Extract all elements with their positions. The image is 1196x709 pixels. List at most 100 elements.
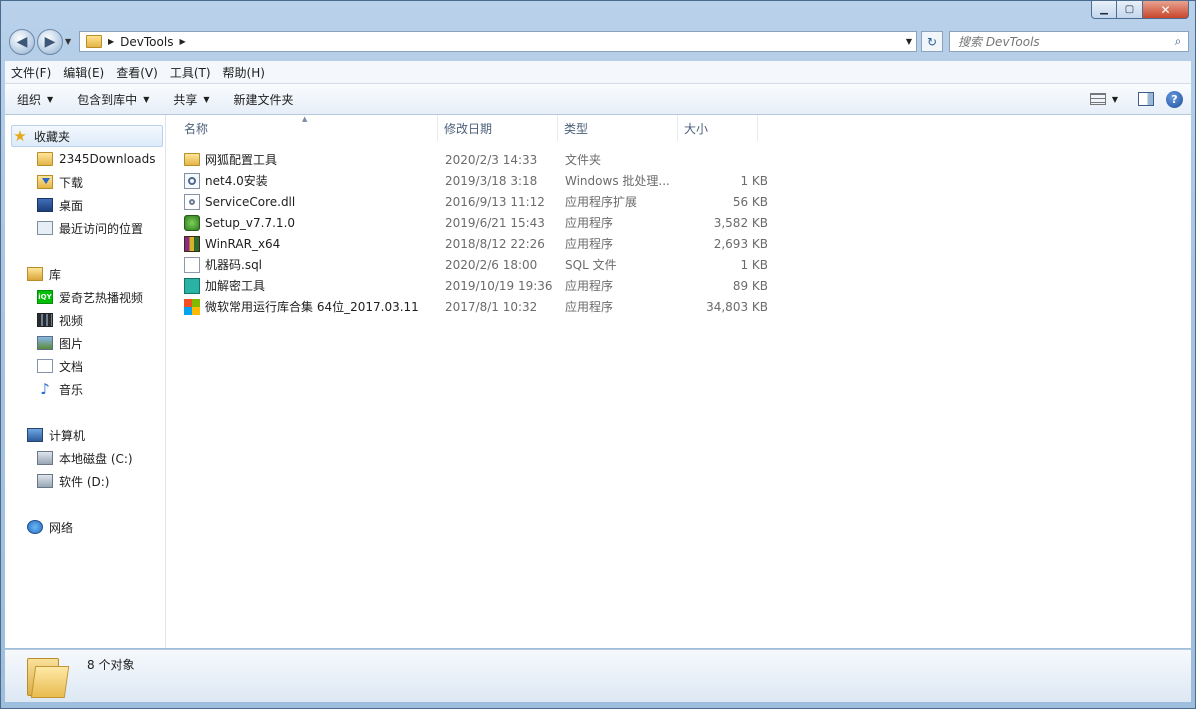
new-folder-button[interactable]: 新建文件夹 — [222, 91, 306, 108]
breadcrumb-chevron-icon[interactable]: ▶ — [108, 37, 114, 46]
back-button[interactable]: ◀ — [9, 29, 35, 55]
nav-item-pictures[interactable]: 图片 — [37, 333, 83, 353]
preview-pane-icon[interactable] — [1138, 92, 1154, 106]
column-header-date[interactable]: 修改日期 — [438, 115, 558, 141]
file-row[interactable]: 加解密工具 2019/10/19 19:36 应用程序 89 KB — [178, 275, 768, 296]
address-bar-row: ◀ ▶ ▼ ▶ DevTools ▶ ▼ ↻ ⌕ — [7, 27, 1191, 57]
address-bar[interactable]: ▶ DevTools ▶ ▼ — [79, 31, 917, 52]
menu-file[interactable]: 文件(F) — [5, 64, 57, 81]
recent-pages-dropdown[interactable]: ▼ — [65, 37, 71, 46]
address-dropdown-icon[interactable]: ▼ — [906, 37, 912, 46]
refresh-button[interactable]: ↻ — [921, 31, 943, 52]
nav-item-documents[interactable]: 文档 — [37, 356, 83, 376]
file-size: 1 KB — [740, 173, 768, 188]
nav-label: 图片 — [59, 336, 84, 351]
nav-item-downloads[interactable]: 下载 — [37, 172, 83, 192]
nav-label: 文档 — [59, 359, 84, 374]
file-name: 微软常用运行库合集 64位_2017.03.11 — [205, 300, 419, 314]
file-size: 89 KB — [732, 278, 768, 293]
column-header-type[interactable]: 类型 — [558, 115, 678, 141]
new-folder-label: 新建文件夹 — [233, 92, 294, 107]
nav-item-iqiyi[interactable]: iQY 爱奇艺热播视频 — [37, 287, 143, 307]
music-note-icon: ♪ — [40, 380, 50, 398]
recent-places-icon — [37, 221, 53, 235]
minimize-icon: ▁ — [1100, 3, 1108, 15]
file-size: 1 KB — [740, 257, 768, 272]
column-header-name[interactable]: 名称 — [178, 115, 438, 141]
file-row[interactable]: 微软常用运行库合集 64位_2017.03.11 2017/8/1 10:32 … — [178, 296, 768, 317]
file-type: 文件夹 — [565, 153, 602, 167]
nav-item-desktop[interactable]: 桌面 — [37, 195, 83, 215]
forward-button[interactable]: ▶ — [37, 29, 63, 55]
nav-libraries[interactable]: 库 — [27, 264, 61, 284]
nav-item-recent-places[interactable]: 最近访问的位置 — [37, 218, 143, 238]
nav-item-drive-d[interactable]: 软件 (D:) — [37, 471, 109, 491]
command-bar: 组织 ▼ 包含到库中 ▼ 共享 ▼ 新建文件夹 ▼ ? — [5, 84, 1191, 115]
network-icon — [27, 520, 43, 534]
column-label: 大小 — [684, 121, 709, 136]
file-row[interactable]: Setup_v7.7.1.0 2019/6/21 15:43 应用程序 3,58… — [178, 212, 768, 233]
file-row[interactable]: ServiceCore.dll 2016/9/13 11:12 应用程序扩展 5… — [178, 191, 768, 212]
menu-bar: 文件(F) 编辑(E) 查看(V) 工具(T) 帮助(H) — [5, 61, 1191, 84]
nav-item-videos[interactable]: 视频 — [37, 310, 83, 330]
help-icon[interactable]: ? — [1166, 90, 1183, 108]
file-row[interactable]: 机器码.sql 2020/2/6 18:00 SQL 文件 1 KB — [178, 254, 768, 275]
file-row[interactable]: 网狐配置工具 2020/2/3 14:33 文件夹 — [178, 149, 768, 170]
item-count: 8 个对象 — [87, 658, 135, 672]
nav-label: 桌面 — [59, 198, 84, 213]
drive-icon — [37, 451, 53, 465]
nav-label: 音乐 — [59, 382, 84, 397]
menu-help[interactable]: 帮助(H) — [217, 64, 271, 81]
file-type: 应用程序 — [565, 279, 614, 293]
chevron-down-icon: ▼ — [143, 94, 150, 104]
file-date: 2019/6/21 15:43 — [445, 215, 545, 230]
column-header-size[interactable]: 大小 — [678, 115, 758, 141]
document-library-icon — [37, 359, 53, 373]
back-arrow-icon: ◀ — [16, 34, 28, 50]
caption-buttons: ▁ ▢ ✕ — [1091, 1, 1189, 19]
picture-library-icon — [37, 336, 53, 350]
file-size: 3,582 KB — [713, 215, 768, 230]
menu-tools[interactable]: 工具(T) — [164, 64, 217, 81]
file-name: ServiceCore.dll — [205, 194, 296, 209]
nav-item-2345downloads[interactable]: 2345Downloads — [37, 149, 155, 169]
maximize-button[interactable]: ▢ — [1117, 1, 1143, 19]
file-type: Windows 批处理... — [565, 174, 670, 188]
nav-label: 下载 — [59, 175, 84, 190]
nav-item-music[interactable]: ♪ 音乐 — [37, 379, 83, 399]
minimize-button[interactable]: ▁ — [1091, 1, 1117, 19]
include-library-button[interactable]: 包含到库中 ▼ — [65, 91, 161, 108]
organize-button[interactable]: 组织 ▼ — [5, 91, 65, 108]
maximize-icon: ▢ — [1124, 3, 1135, 15]
file-type: 应用程序扩展 — [565, 195, 638, 209]
menu-view[interactable]: 查看(V) — [110, 64, 164, 81]
organize-label: 组织 — [17, 92, 42, 107]
file-row[interactable]: net4.0安装 2019/3/18 3:18 Windows 批处理... 1… — [178, 170, 768, 191]
nav-item-drive-c[interactable]: 本地磁盘 (C:) — [37, 448, 133, 468]
navigation-pane: ★ 收藏夹 2345Downloads 下载 桌面 最近访问的位置 库 iQY … — [5, 115, 166, 648]
view-mode-dropdown-icon[interactable]: ▼ — [1112, 95, 1118, 104]
column-label: 修改日期 — [444, 121, 493, 136]
view-mode-icon[interactable] — [1089, 93, 1106, 105]
breadcrumb-chevron-icon[interactable]: ▶ — [179, 37, 185, 46]
file-name: Setup_v7.7.1.0 — [205, 215, 296, 230]
search-input[interactable] — [950, 33, 1168, 50]
nav-favorites[interactable]: ★ 收藏夹 — [11, 125, 163, 147]
file-name: 网狐配置工具 — [205, 153, 278, 167]
search-icon[interactable]: ⌕ — [1168, 34, 1188, 49]
setup-app-icon — [184, 214, 200, 231]
folder-icon — [37, 152, 53, 166]
menu-edit[interactable]: 编辑(E) — [57, 64, 110, 81]
nav-computer[interactable]: 计算机 — [27, 425, 85, 445]
column-label: 名称 — [184, 121, 209, 136]
iqiyi-icon: iQY — [37, 290, 53, 304]
file-type: 应用程序 — [565, 237, 614, 251]
close-button[interactable]: ✕ — [1143, 1, 1189, 19]
nav-network[interactable]: 网络 — [27, 517, 73, 537]
file-row[interactable]: WinRAR_x64 2018/8/12 22:26 应用程序 2,693 KB — [178, 233, 768, 254]
share-button[interactable]: 共享 ▼ — [161, 91, 221, 108]
breadcrumb-devtools[interactable]: DevTools — [120, 35, 173, 49]
winrar-icon — [184, 235, 200, 252]
file-date: 2020/2/6 18:00 — [445, 257, 538, 272]
nav-label: 软件 (D:) — [59, 474, 110, 489]
